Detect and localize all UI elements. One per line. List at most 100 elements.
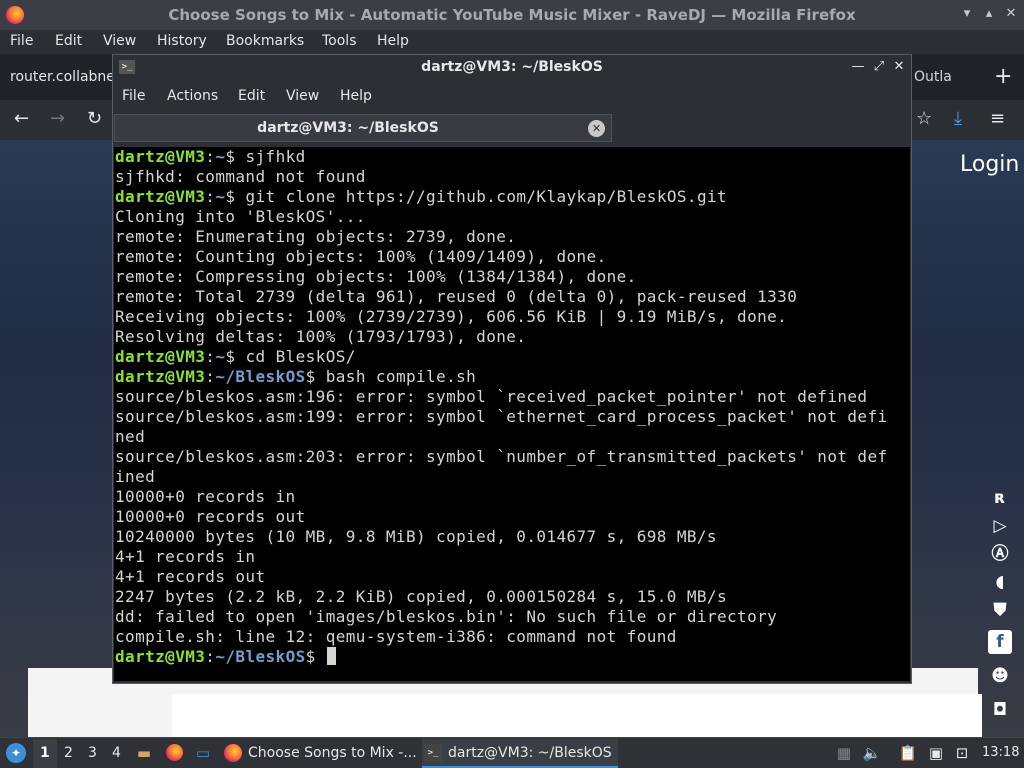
discord-icon[interactable]: ◘ — [988, 698, 1012, 722]
tab-close-icon[interactable]: ✕ — [588, 120, 605, 137]
terminal-tab-label: dartz@VM3: ~/BleskOS — [257, 120, 439, 136]
patreon-icon[interactable]: ◖ — [988, 570, 1012, 594]
maximize-icon[interactable]: ▴ — [980, 5, 998, 23]
start-menu-icon[interactable]: ✦ — [6, 743, 26, 763]
task-firefox[interactable]: Choose Songs to Mix -... — [222, 739, 418, 768]
output-text: remote: Counting objects: 100% (1409/140… — [115, 247, 607, 266]
terminal-line: remote: Counting objects: 100% (1409/140… — [115, 247, 910, 267]
terminal-line: 2247 bytes (2.2 kB, 2.2 KiB) copied, 0.0… — [115, 587, 910, 607]
prompt-path: ~/BleskOS — [215, 367, 306, 386]
prompt-user: dartz@VM3 — [115, 647, 206, 666]
terminal-minimize-icon[interactable]: — — [849, 58, 867, 76]
output-text: remote: Total 2739 (delta 961), reused 0… — [115, 287, 798, 306]
workspace-3[interactable]: 3 — [88, 745, 97, 761]
show-desktop-icon[interactable]: ▭ — [193, 744, 213, 762]
output-text: compile.sh: line 12: qemu-system-i386: c… — [115, 627, 677, 646]
workspace-1[interactable]: 1 — [40, 745, 50, 761]
terminal-tabbar: dartz@VM3: ~/BleskOS ✕ — [113, 113, 911, 145]
output-text: source/bleskos.asm:203: error: symbol `n… — [115, 447, 888, 466]
prompt-path: ~ — [215, 187, 226, 206]
terminal-line: remote: Compressing objects: 100% (1384/… — [115, 267, 910, 287]
forward-arrow-icon[interactable]: → — [50, 108, 65, 129]
new-tab-icon[interactable]: + — [994, 64, 1012, 89]
close-icon[interactable]: ✕ — [1002, 5, 1020, 23]
login-link[interactable]: Login — [960, 152, 1019, 177]
menu-tools[interactable]: Tools — [322, 33, 357, 49]
terminal-line: 10240000 bytes (10 MB, 9.8 MiB) copied, … — [115, 527, 910, 547]
play-store-icon[interactable]: ▷ — [988, 514, 1012, 538]
workspace-4[interactable]: 4 — [112, 745, 121, 761]
menu-bookmarks[interactable]: Bookmarks — [226, 33, 304, 49]
workspace-2[interactable]: 2 — [64, 745, 73, 761]
tab-router[interactable]: router.collabne — [10, 69, 115, 85]
command-text — [316, 647, 326, 666]
downloads-icon[interactable]: ⤓ — [954, 108, 962, 129]
terminal-output[interactable]: dartz@VM3:~$ sjfhkd sjfhkd: command not f… — [114, 147, 910, 681]
clipboard-icon[interactable]: 📋 — [898, 744, 918, 762]
bookmark-star-icon[interactable]: ☆ — [916, 108, 932, 129]
terminal-menu-view[interactable]: View — [286, 88, 319, 104]
menu-file[interactable]: File — [10, 33, 33, 49]
terminal-menu-help[interactable]: Help — [340, 88, 372, 104]
output-text: source/bleskos.asm:199: error: symbol `e… — [115, 407, 888, 426]
command-text: sjfhkd — [235, 147, 306, 166]
network-icon[interactable]: ⊡ — [952, 744, 972, 762]
command-text: git clone https://github.com/Klaykap/Ble… — [235, 187, 728, 206]
terminal-menu-actions[interactable]: Actions — [167, 88, 218, 104]
firefox-menubar: File Edit View History Bookmarks Tools H… — [0, 30, 1024, 54]
terminal-menubar: File Actions Edit View Help — [113, 81, 911, 113]
output-text: remote: Compressing objects: 100% (1384/… — [115, 267, 637, 286]
facebook-icon[interactable]: f — [988, 630, 1012, 654]
menu-view[interactable]: View — [103, 33, 136, 49]
output-text: 4+1 records out — [115, 567, 266, 586]
firefox-launcher-icon[interactable] — [164, 744, 184, 762]
terminal-line: source/bleskos.asm:203: error: symbol `n… — [115, 447, 910, 467]
output-text: ined — [115, 467, 156, 486]
command-text: bash compile.sh — [315, 367, 477, 386]
output-text: ned — [115, 427, 146, 446]
terminal-line: dd: failed to open 'images/bleskos.bin':… — [115, 607, 910, 627]
prompt-user: dartz@VM3 — [115, 347, 206, 366]
prompt-user: dartz@VM3 — [115, 147, 206, 166]
firefox-window-title: Choose Songs to Mix - Automatic YouTube … — [168, 6, 856, 24]
volume-icon[interactable]: 🔈 — [862, 744, 882, 762]
reddit-icon[interactable]: ☻ — [988, 664, 1012, 688]
app-store-icon[interactable]: Ⓐ — [988, 542, 1012, 566]
menu-history[interactable]: History — [157, 33, 207, 49]
terminal-line: ined — [115, 467, 910, 487]
tshirt-icon[interactable]: ⛊ — [988, 598, 1012, 622]
output-text: 10000+0 records in — [115, 487, 296, 506]
terminal-close-icon[interactable]: ✕ — [890, 58, 908, 76]
tray-blank-icon[interactable]: ▦ — [834, 744, 854, 762]
file-manager-icon[interactable]: ▬ — [134, 744, 154, 762]
command-text: cd BleskOS/ — [235, 347, 356, 366]
output-text: Resolving deltas: 100% (1793/1793), done… — [115, 327, 527, 346]
terminal-line: 4+1 records out — [115, 567, 910, 587]
output-text: 10000+0 records out — [115, 507, 306, 526]
terminal-line: Cloning into 'BleskOS'... — [115, 207, 910, 227]
menu-help[interactable]: Help — [377, 33, 409, 49]
terminal-line: dartz@VM3:~/BleskOS$ bash compile.sh — [115, 367, 477, 386]
output-text: 4+1 records in — [115, 547, 256, 566]
terminal-line: ned — [115, 427, 910, 447]
rave-icon[interactable]: ʀ — [988, 486, 1012, 510]
tab-outlook[interactable]: Outla — [914, 69, 952, 85]
terminal-tab[interactable]: dartz@VM3: ~/BleskOS ✕ — [114, 114, 612, 142]
terminal-line: 10000+0 records in — [115, 487, 910, 507]
firefox-titlebar: Choose Songs to Mix - Automatic YouTube … — [0, 0, 1024, 30]
hamburger-menu-icon[interactable]: ≡ — [990, 108, 1005, 129]
back-arrow-icon[interactable]: ← — [14, 108, 29, 129]
task-terminal[interactable]: >_ dartz@VM3: ~/BleskOS — [422, 739, 618, 768]
prompt-user: dartz@VM3 — [115, 187, 206, 206]
webpage-panel-inner — [172, 694, 982, 738]
reload-icon[interactable]: ↻ — [87, 108, 102, 129]
terminal-menu-edit[interactable]: Edit — [238, 88, 265, 104]
menu-edit[interactable]: Edit — [55, 33, 82, 49]
terminal-window: >_ dartz@VM3: ~/BleskOS — ⤢ ✕ File Actio… — [112, 54, 912, 684]
minimize-icon[interactable]: ▾ — [958, 5, 976, 23]
terminal-menu-file[interactable]: File — [122, 88, 145, 104]
terminal-line: sjfhkd: command not found — [115, 167, 910, 187]
terminal-task-icon: >_ — [424, 744, 442, 762]
screen-icon[interactable]: ▣ — [926, 744, 946, 762]
terminal-maximize-icon[interactable]: ⤢ — [870, 58, 888, 76]
